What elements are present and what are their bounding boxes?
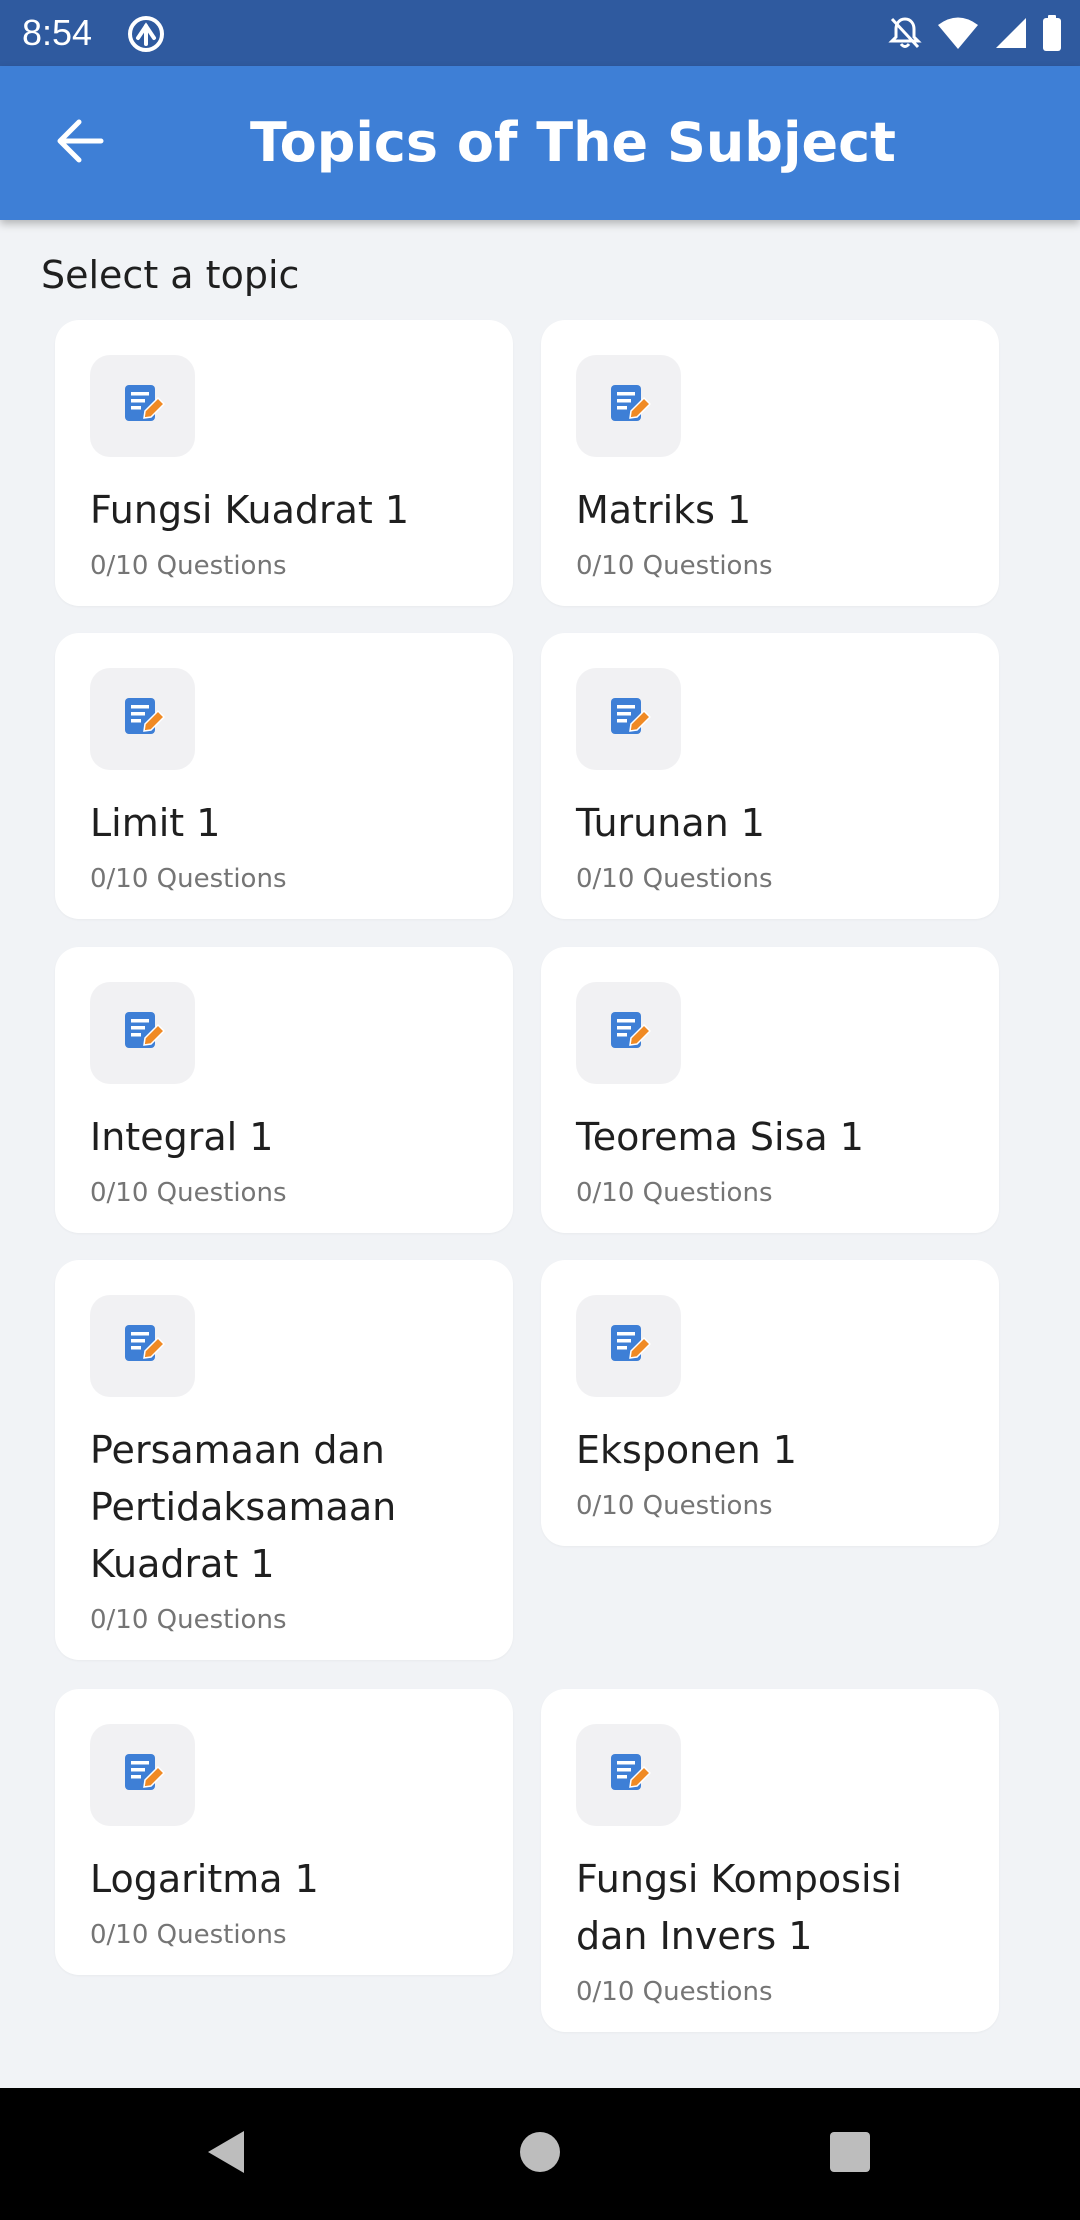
topic-progress: 0/10 Questions — [90, 551, 287, 581]
topic-card[interactable]: Teorema Sisa 1 0/10 Questions — [541, 947, 999, 1233]
back-triangle-icon — [204, 2128, 248, 2180]
cellular-signal-icon — [994, 16, 1028, 50]
topic-card[interactable]: Matriks 1 0/10 Questions — [541, 320, 999, 606]
topic-list-screen: Select a topic Fungsi Kuadrat 1 0/10 Que… — [0, 220, 1080, 2088]
topic-card[interactable]: Logaritma 1 0/10 Questions — [55, 1689, 513, 1975]
topic-card[interactable]: Fungsi Komposisi dan Invers 1 0/10 Quest… — [541, 1689, 999, 2032]
topic-card[interactable]: Limit 1 0/10 Questions — [55, 633, 513, 919]
nav-back-button[interactable] — [196, 2124, 256, 2184]
topic-card[interactable]: Persamaan dan Pertidaksamaan Kuadrat 1 0… — [55, 1260, 513, 1660]
topic-progress: 0/10 Questions — [576, 864, 773, 894]
topic-icon-container — [576, 982, 681, 1084]
status-time: 8:54 — [22, 12, 93, 53]
topic-title: Persamaan dan Pertidaksamaan Kuadrat 1 — [90, 1428, 397, 1586]
topic-title: Logaritma 1 — [90, 1857, 319, 1901]
topic-progress: 0/10 Questions — [90, 1178, 287, 1208]
topic-progress: 0/10 Questions — [90, 1605, 287, 1635]
page-title: Topics of The Subject — [250, 111, 896, 174]
topic-card[interactable]: Eksponen 1 0/10 Questions — [541, 1260, 999, 1546]
topic-icon-container — [90, 1724, 195, 1826]
topic-title: Fungsi Kuadrat 1 — [90, 488, 410, 532]
edit-document-icon — [607, 695, 651, 743]
topic-icon-container — [576, 1724, 681, 1826]
nav-recents-button[interactable] — [820, 2124, 880, 2184]
edit-document-icon — [121, 1009, 165, 1057]
app-bar: Topics of The Subject — [0, 66, 1080, 220]
topic-card[interactable]: Turunan 1 0/10 Questions — [541, 633, 999, 919]
topic-icon-container — [576, 668, 681, 770]
edit-document-icon — [121, 382, 165, 430]
topic-title: Eksponen 1 — [576, 1428, 797, 1472]
edit-document-icon — [121, 695, 165, 743]
topic-title: Limit 1 — [90, 801, 221, 845]
topic-progress: 0/10 Questions — [576, 1491, 773, 1521]
edit-document-icon — [607, 1751, 651, 1799]
recents-square-icon — [828, 2130, 872, 2178]
topic-title: Turunan 1 — [576, 801, 765, 845]
topic-icon-container — [90, 1295, 195, 1397]
topic-card[interactable]: Fungsi Kuadrat 1 0/10 Questions — [55, 320, 513, 606]
status-bar: 8:54 — [0, 0, 1080, 66]
topic-title: Fungsi Komposisi dan Invers 1 — [576, 1857, 902, 1958]
edit-document-icon — [121, 1322, 165, 1370]
topic-icon-container — [576, 1295, 681, 1397]
sync-icon — [126, 14, 166, 54]
back-button[interactable] — [40, 103, 120, 183]
status-icons — [888, 12, 1062, 54]
topic-title: Matriks 1 — [576, 488, 752, 532]
topic-card[interactable]: Integral 1 0/10 Questions — [55, 947, 513, 1233]
topic-progress: 0/10 Questions — [90, 864, 287, 894]
topic-title: Integral 1 — [90, 1115, 274, 1159]
topic-icon-container — [90, 668, 195, 770]
battery-icon — [1042, 15, 1062, 51]
topic-progress: 0/10 Questions — [576, 1977, 773, 2007]
home-circle-icon — [518, 2130, 562, 2178]
topic-progress: 0/10 Questions — [576, 551, 773, 581]
edit-document-icon — [607, 1322, 651, 1370]
section-title: Select a topic — [41, 253, 300, 297]
topic-icon-container — [576, 355, 681, 457]
arrow-back-icon — [55, 118, 105, 168]
wifi-icon — [936, 16, 980, 50]
system-navigation-bar — [0, 2088, 1080, 2220]
edit-document-icon — [121, 1751, 165, 1799]
edit-document-icon — [607, 1009, 651, 1057]
topic-icon-container — [90, 355, 195, 457]
topic-progress: 0/10 Questions — [90, 1920, 287, 1950]
topic-icon-container — [90, 982, 195, 1084]
nav-home-button[interactable] — [510, 2124, 570, 2184]
notifications-off-icon — [888, 15, 922, 51]
topic-progress: 0/10 Questions — [576, 1178, 773, 1208]
edit-document-icon — [607, 382, 651, 430]
topic-title: Teorema Sisa 1 — [576, 1115, 864, 1159]
